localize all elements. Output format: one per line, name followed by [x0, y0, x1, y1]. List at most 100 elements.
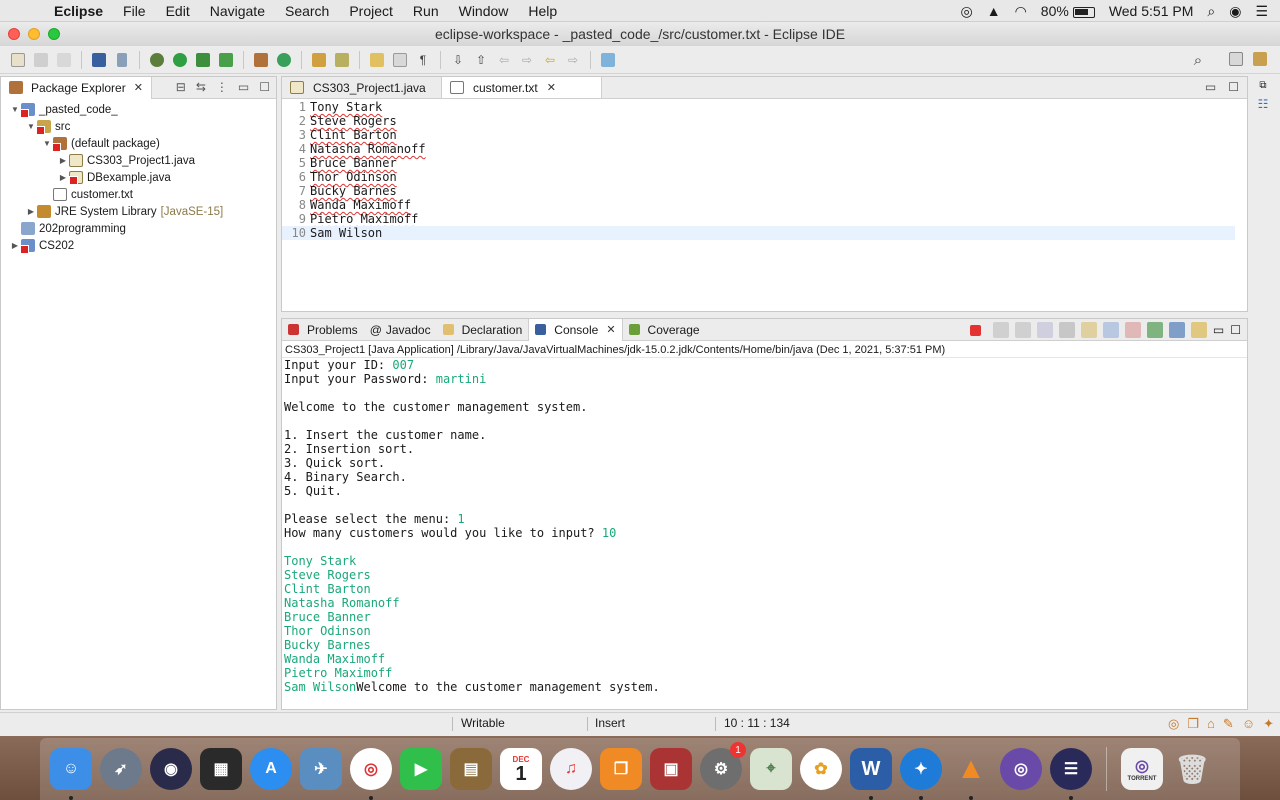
text-editor[interactable]: 1 Tony Stark 2 Steve Rogers 3 Clint Barton …	[282, 99, 1247, 240]
menu-eclipse[interactable]: Eclipse	[44, 3, 113, 19]
debug-icon[interactable]	[147, 50, 167, 70]
tab-javadoc[interactable]: @ Javadoc	[364, 319, 437, 341]
restore-icon[interactable]: ⧉	[1259, 80, 1266, 91]
remove-launch-icon[interactable]	[992, 322, 1009, 338]
tree-item-customer-txt[interactable]: customer.txt	[1, 186, 276, 203]
menu-window[interactable]: Window	[449, 3, 519, 19]
open-type-icon[interactable]	[309, 50, 329, 70]
coverage-icon[interactable]	[193, 50, 213, 70]
status-insert-mode[interactable]: Insert	[595, 716, 625, 730]
siri-icon[interactable]: ◉	[1229, 3, 1241, 20]
tab-declaration[interactable]: Declaration	[437, 319, 529, 341]
maximize-icon[interactable]: ☐	[1228, 80, 1239, 94]
close-icon[interactable]: ✕	[606, 323, 615, 336]
open-perspective-icon[interactable]	[1226, 49, 1246, 69]
last-edit-location-icon[interactable]: ⇦	[540, 50, 560, 70]
link-with-editor-icon[interactable]: ⇆	[196, 80, 206, 94]
sync-icon[interactable]: ◎	[960, 3, 972, 20]
tab-console[interactable]: Console ✕	[528, 319, 623, 341]
clock[interactable]: Wed 5:51 PM	[1109, 3, 1194, 19]
notification-center-icon[interactable]: ☰	[1255, 3, 1268, 20]
tab-problems[interactable]: Problems	[282, 319, 364, 341]
tree-item-dbexample-java[interactable]: ▶ DBexample.java	[1, 169, 276, 186]
tree-item-cs202[interactable]: ▶ CS202	[1, 237, 276, 254]
book-icon[interactable]: ❐	[1187, 716, 1199, 732]
java-perspective-icon[interactable]	[1250, 49, 1270, 69]
search-tool-icon[interactable]	[332, 50, 352, 70]
calendar-icon[interactable]: DEC 1	[500, 748, 542, 790]
new-icon[interactable]	[8, 50, 28, 70]
graduation-cap-icon[interactable]: ⌂	[1207, 716, 1215, 732]
menu-project[interactable]: Project	[339, 3, 403, 19]
maximize-icon[interactable]: ☐	[259, 80, 270, 94]
terminal-icon[interactable]	[89, 50, 109, 70]
close-icon[interactable]: ✕	[547, 81, 556, 94]
next-annotation-icon[interactable]: ⇩	[448, 50, 468, 70]
heap-status-icon[interactable]: ◎	[1168, 716, 1179, 732]
vlc-menubar-icon[interactable]: ▲	[987, 3, 1001, 19]
toggle-block-selection-icon[interactable]	[390, 50, 410, 70]
battery-indicator[interactable]: 80%	[1041, 3, 1095, 19]
system-preferences-icon[interactable]: ⚙ 1	[700, 742, 746, 790]
mission-control-icon[interactable]: ▦	[200, 748, 242, 790]
menu-search[interactable]: Search	[275, 3, 339, 19]
minimize-icon[interactable]: ▭	[238, 80, 249, 94]
tab-customer-txt[interactable]: customer.txt ✕	[442, 77, 602, 98]
facetime-icon[interactable]: ▶	[400, 748, 442, 790]
safari-icon[interactable]: ✦	[900, 748, 942, 800]
tree-item-pasted-code-project[interactable]: ▼ _pasted_code_	[1, 101, 276, 118]
music-icon[interactable]: ♫	[550, 748, 592, 790]
show-whitespace-icon[interactable]: ¶	[413, 50, 433, 70]
outline-icon[interactable]: ☷	[1258, 97, 1269, 111]
tree-item-jre-system-library[interactable]: ▶ JRE System Library [JavaSE-15]	[1, 203, 276, 220]
books-icon[interactable]: ❐	[600, 748, 642, 790]
tor-browser-icon[interactable]: ◎	[1000, 748, 1042, 790]
close-icon[interactable]: ✕	[134, 81, 143, 94]
finder-icon[interactable]: ☺	[50, 748, 92, 800]
smiley-icon[interactable]: ☺	[1242, 716, 1255, 732]
vlc-icon[interactable]: ▲	[950, 748, 992, 800]
display-selected-console-icon[interactable]	[1168, 322, 1185, 338]
expand-toggle-icon[interactable]: ▶	[57, 156, 69, 165]
app-store-icon[interactable]: A	[250, 748, 292, 790]
launchpad-icon[interactable]: ➶	[100, 748, 142, 790]
terminate-icon[interactable]	[969, 324, 981, 336]
tab-package-explorer[interactable]: Package Explorer ✕	[1, 76, 152, 99]
preview-icon[interactable]: ✈	[300, 748, 342, 790]
tree-item-202programming[interactable]: 202programming	[1, 220, 276, 237]
menu-run[interactable]: Run	[403, 3, 449, 19]
tab-cs303-project1-java[interactable]: CS303_Project1.java	[282, 77, 442, 98]
expand-toggle-icon[interactable]: ▶	[57, 173, 69, 182]
search-icon[interactable]: ⌕	[1188, 50, 1208, 70]
torrent-file-icon[interactable]: ◎ TORRENT	[1121, 748, 1163, 790]
close-window-button[interactable]	[8, 28, 20, 40]
menu-help[interactable]: Help	[518, 3, 567, 19]
tree-item-default-package[interactable]: ▼ (default package)	[1, 135, 276, 152]
notefile-icon[interactable]: ▤	[450, 748, 492, 790]
word-wrap-icon[interactable]	[1080, 322, 1097, 338]
show-console-on-stdout-icon[interactable]	[1102, 322, 1119, 338]
menu-file[interactable]: File	[113, 3, 156, 19]
tree-item-cs303-project1-java[interactable]: ▶ CS303_Project1.java	[1, 152, 276, 169]
forward-history-icon[interactable]: ⇨	[563, 50, 583, 70]
back-icon[interactable]: ⇦	[494, 50, 514, 70]
wand-icon[interactable]: ✎	[1223, 716, 1234, 732]
wifi-icon[interactable]: ◠	[1015, 3, 1027, 20]
menu-edit[interactable]: Edit	[156, 3, 200, 19]
photo-booth-icon[interactable]: ▣	[650, 748, 692, 790]
chrome-icon[interactable]: ◎	[350, 748, 392, 800]
minimize-icon[interactable]: ▭	[1205, 80, 1216, 94]
forward-icon[interactable]: ⇨	[517, 50, 537, 70]
save-all-icon[interactable]	[54, 50, 74, 70]
maps-icon[interactable]: ⌖	[750, 748, 792, 790]
clear-console-icon[interactable]	[1036, 322, 1053, 338]
fullscreen-window-button[interactable]	[48, 28, 60, 40]
pin-editor-icon[interactable]	[598, 50, 618, 70]
new-java-package-icon[interactable]	[251, 50, 271, 70]
status-cursor-position[interactable]: 10 : 11 : 134	[724, 716, 790, 730]
word-icon[interactable]: W	[850, 748, 892, 800]
tree-item-src[interactable]: ▼ src	[1, 118, 276, 135]
siri-icon[interactable]: ◉	[150, 748, 192, 790]
skip-breakpoints-icon[interactable]	[112, 50, 132, 70]
run-icon[interactable]	[170, 50, 190, 70]
